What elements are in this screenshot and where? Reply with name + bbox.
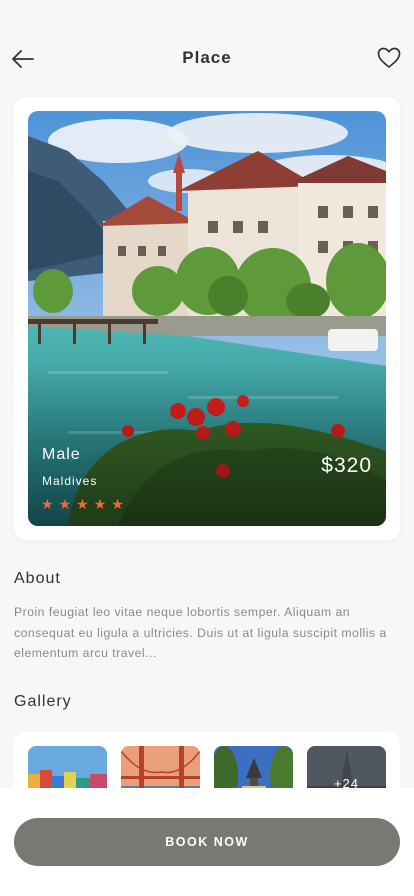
gallery-heading: Gallery <box>14 693 72 710</box>
star-icon: ★ <box>41 496 54 512</box>
star-icon: ★ <box>111 496 124 512</box>
about-heading: About <box>14 570 61 587</box>
rating-stars: ★ ★ ★ ★ ★ <box>41 497 124 511</box>
favorite-button[interactable] <box>376 45 402 71</box>
place-name: Male <box>42 446 81 463</box>
place-card[interactable]: Male Maldives ★ ★ ★ ★ ★ $320 <box>14 97 400 540</box>
star-icon: ★ <box>58 496 72 512</box>
page-title: Place <box>182 48 232 67</box>
heart-outline-icon <box>377 47 401 68</box>
place-region: Maldives <box>42 474 98 488</box>
place-photo: Male Maldives ★ ★ ★ ★ ★ $320 <box>28 111 386 526</box>
star-icon: ★ <box>93 496 107 512</box>
book-now-button[interactable]: BOOK NOW <box>14 818 400 866</box>
star-icon: ★ <box>76 496 89 512</box>
top-bar: Place <box>0 38 414 78</box>
about-description: Proin feugiat leo vitae neque lobortis s… <box>14 605 387 660</box>
bottom-action-bar: BOOK NOW <box>0 788 414 896</box>
place-price: $320 <box>321 454 372 477</box>
